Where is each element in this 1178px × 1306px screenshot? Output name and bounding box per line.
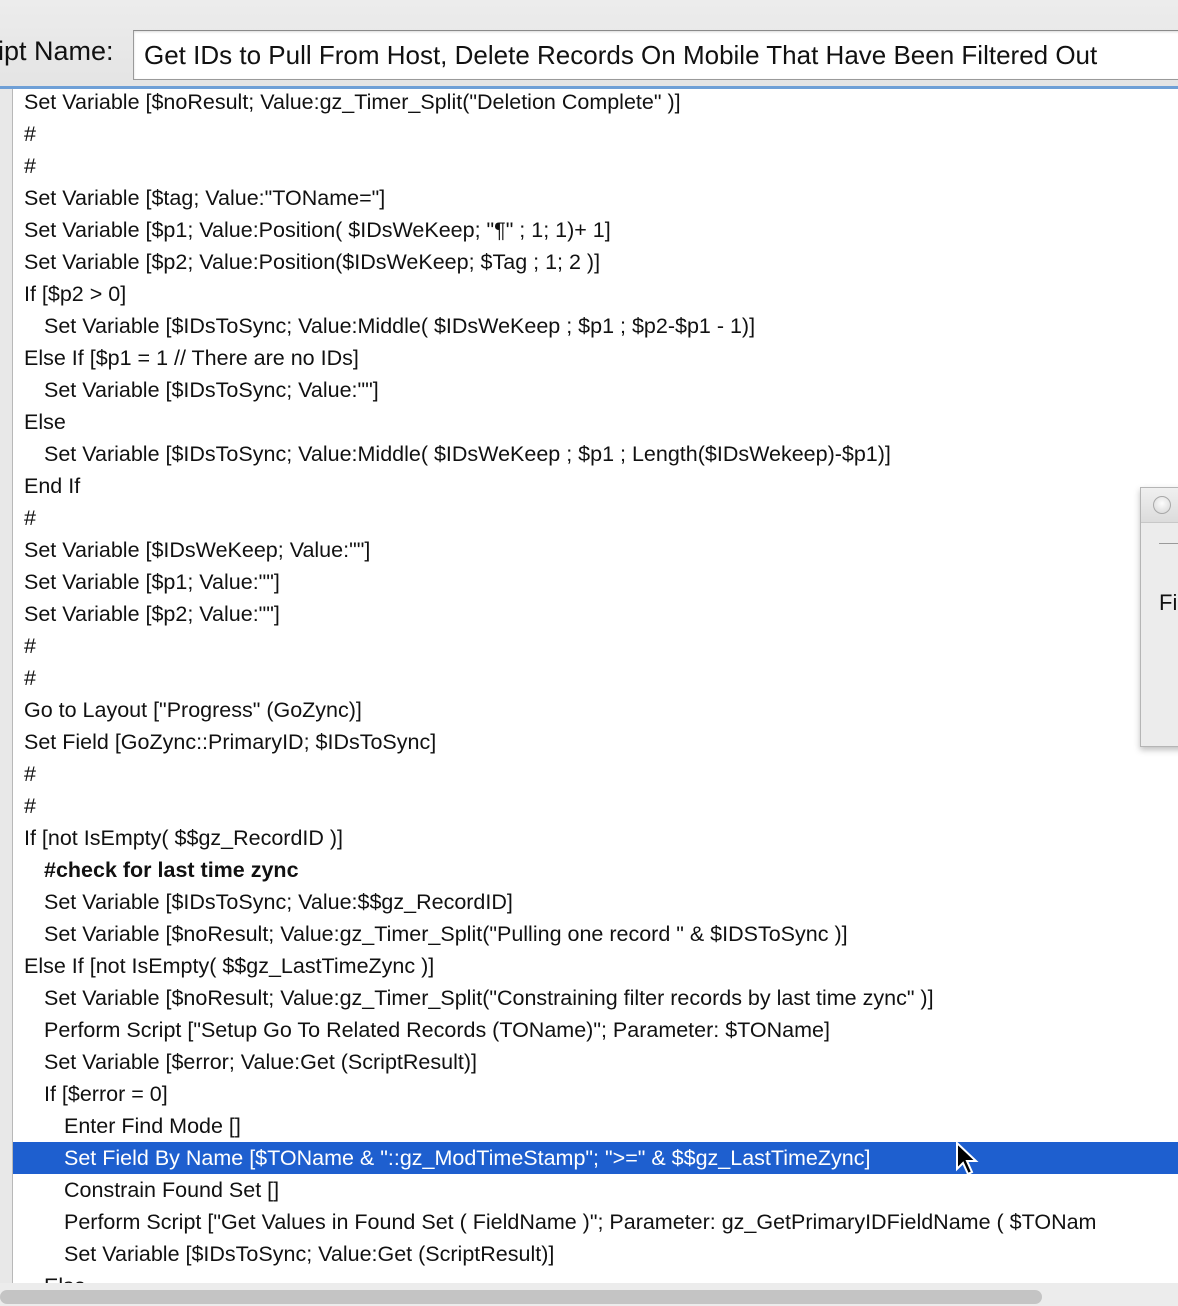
script-step-text: Enter Find Mode [] [64, 1114, 241, 1138]
script-step-text: If [$error = 0] [44, 1082, 168, 1106]
script-step[interactable]: Set Variable [$IDsToSync; Value:Middle( … [13, 310, 1178, 342]
script-step-text: If [$p2 > 0] [24, 282, 127, 306]
script-step[interactable]: Perform Script ["Get Values in Found Set… [13, 1206, 1178, 1238]
script-step[interactable]: Set Variable [$p1; Value:""] [13, 566, 1178, 598]
script-step[interactable]: Set Variable [$tag; Value:"TOName="] [13, 182, 1178, 214]
script-step-text: Constrain Found Set [] [64, 1178, 280, 1202]
script-step-text: Else [44, 1270, 86, 1283]
script-step[interactable]: Go to Layout ["Progress" (GoZync)] [13, 694, 1178, 726]
script-name-label: ipt Name: [0, 36, 114, 66]
script-step-text: Set Variable [$IDsToSync; Value:$$gz_Rec… [44, 890, 513, 914]
script-step-text: Set Field By Name [$TOName & "::gz_ModTi… [64, 1146, 871, 1170]
dialog-close-button[interactable] [1153, 496, 1171, 514]
script-step-text: Set Variable [$IDsToSync; Value:""] [44, 378, 379, 402]
script-step[interactable]: #check for last time zync [13, 854, 1178, 886]
script-step-text: Set Variable [$IDsWeKeep; Value:""] [24, 538, 371, 562]
script-step-text: Set Variable [$error; Value:Get (ScriptR… [44, 1050, 477, 1074]
script-step[interactable]: Else [13, 406, 1178, 438]
script-step[interactable]: Set Variable [$IDsToSync; Value:Get (Scr… [13, 1238, 1178, 1270]
script-step-text: Perform Script ["Setup Go To Related Rec… [44, 1018, 830, 1042]
script-step[interactable]: # [13, 662, 1178, 694]
dialog-window: Fi [1140, 487, 1178, 747]
script-step-text: #check for last time zync [44, 858, 299, 882]
script-step[interactable]: If [$error = 0] [13, 1078, 1178, 1110]
dialog-title-bar[interactable] [1141, 488, 1178, 523]
script-step-text: Set Field [GoZync::PrimaryID; $IDsToSync… [24, 730, 437, 754]
dialog-divider [1159, 543, 1178, 544]
script-step[interactable]: Set Variable [$error; Value:Get (ScriptR… [13, 1046, 1178, 1078]
script-step[interactable]: Set Variable [$IDsWeKeep; Value:""] [13, 534, 1178, 566]
script-step[interactable]: Set Variable [$noResult; Value:gz_Timer_… [13, 89, 1178, 118]
script-step[interactable]: # [13, 630, 1178, 662]
script-step-text: Set Variable [$p1; Value:""] [24, 570, 280, 594]
script-step[interactable]: # [13, 790, 1178, 822]
mouse-pointer-icon [956, 1141, 979, 1176]
script-step-text: Set Variable [$noResult; Value:gz_Timer_… [24, 90, 681, 114]
script-step-text: # [24, 506, 36, 530]
script-step-text: # [24, 794, 36, 818]
script-step[interactable]: Enter Find Mode [] [13, 1110, 1178, 1142]
script-step-text: # [24, 666, 36, 690]
script-step[interactable]: Set Variable [$p2; Value:Position($IDsWe… [13, 246, 1178, 278]
script-step[interactable]: If [not IsEmpty( $$gz_RecordID )] [13, 822, 1178, 854]
script-step-text: Set Variable [$p1; Value:Position( $IDsW… [24, 218, 611, 242]
script-step[interactable]: # [13, 118, 1178, 150]
script-step-selected[interactable]: Set Field By Name [$TOName & "::gz_ModTi… [13, 1141, 1178, 1176]
script-step-text: Set Variable [$p2; Value:Position($IDsWe… [24, 250, 601, 274]
script-step[interactable]: Constrain Found Set [] [13, 1174, 1178, 1206]
script-step[interactable]: # [13, 758, 1178, 790]
script-step-text: Set Variable [$tag; Value:"TOName="] [24, 186, 386, 210]
script-name-field[interactable]: Get IDs to Pull From Host, Delete Record… [133, 30, 1178, 80]
script-step-text: Set Variable [$IDsToSync; Value:Middle( … [44, 442, 891, 466]
script-step[interactable]: Set Variable [$IDsToSync; Value:""] [13, 374, 1178, 406]
script-steps-list[interactable]: Set Variable [$noResult; Value:gz_Timer_… [12, 89, 1178, 1283]
script-step[interactable]: Set Variable [$noResult; Value:gz_Timer_… [13, 918, 1178, 950]
script-step-text: If [not IsEmpty( $$gz_RecordID )] [24, 826, 344, 850]
script-step-text: Go to Layout ["Progress" (GoZync)] [24, 698, 362, 722]
script-step[interactable]: If [$p2 > 0] [13, 278, 1178, 310]
script-step[interactable]: Set Variable [$p2; Value:""] [13, 598, 1178, 630]
script-step[interactable]: Set Variable [$IDsToSync; Value:Middle( … [13, 438, 1178, 470]
script-step-text: Set Variable [$noResult; Value:gz_Timer_… [44, 986, 934, 1010]
script-header: ipt Name: Get IDs to Pull From Host, Del… [0, 0, 1178, 88]
script-step-text: # [24, 122, 36, 146]
script-step[interactable]: Perform Script ["Setup Go To Related Rec… [13, 1014, 1178, 1046]
script-step-text: Else If [not IsEmpty( $$gz_LastTimeZync … [24, 954, 435, 978]
script-step[interactable]: Else [13, 1270, 1178, 1283]
script-step-text: Set Variable [$p2; Value:""] [24, 602, 280, 626]
script-step[interactable]: Set Variable [$IDsToSync; Value:$$gz_Rec… [13, 886, 1178, 918]
script-step-text: # [24, 634, 36, 658]
script-step[interactable]: # [13, 150, 1178, 182]
script-editor-window: ipt Name: Get IDs to Pull From Host, Del… [0, 0, 1178, 1306]
script-step-text: Perform Script ["Get Values in Found Set… [64, 1210, 1097, 1234]
script-step[interactable]: Else If [not IsEmpty( $$gz_LastTimeZync … [13, 950, 1178, 982]
scrollbar-thumb[interactable] [0, 1290, 1042, 1304]
script-step-text: Set Variable [$IDsToSync; Value:Get (Scr… [64, 1242, 555, 1266]
script-step[interactable]: Set Variable [$p1; Value:Position( $IDsW… [13, 214, 1178, 246]
script-step-text: Set Variable [$IDsToSync; Value:Middle( … [44, 314, 756, 338]
script-step[interactable]: Set Field [GoZync::PrimaryID; $IDsToSync… [13, 726, 1178, 758]
script-step[interactable]: Set Variable [$noResult; Value:gz_Timer_… [13, 982, 1178, 1014]
script-step-text: End If [24, 474, 81, 498]
script-step-text: # [24, 154, 36, 178]
script-step-text: Else If [$p1 = 1 // There are no IDs] [24, 346, 359, 370]
script-step[interactable]: Else If [$p1 = 1 // There are no IDs] [13, 342, 1178, 374]
dialog-text: Fi [1159, 590, 1178, 615]
script-step-text: Else [24, 410, 66, 434]
script-step[interactable]: End If [13, 470, 1178, 502]
script-step-text: # [24, 762, 36, 786]
script-step[interactable]: # [13, 502, 1178, 534]
script-step-text: Set Variable [$noResult; Value:gz_Timer_… [44, 922, 848, 946]
